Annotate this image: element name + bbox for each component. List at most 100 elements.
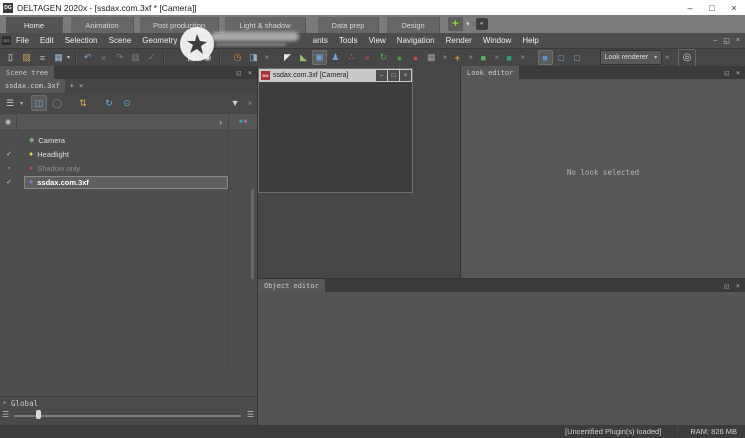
float-panel-icon[interactable]: ◱ — [725, 69, 729, 77]
visibility-column-header[interactable]: ◉ — [0, 114, 17, 130]
visibility-checkbox[interactable]: ▪ — [3, 165, 15, 172]
menu-scene[interactable]: Scene — [109, 36, 132, 45]
add-workspace-button[interactable]: + — [448, 17, 463, 31]
timeline-handle[interactable] — [36, 410, 41, 419]
tree-scrollbar-thumb[interactable] — [251, 189, 254, 279]
snap-points-icon[interactable]: ∴ — [344, 50, 359, 65]
transform-icon[interactable]: + — [450, 50, 465, 65]
video-camera-icon[interactable]: ◨ — [246, 50, 261, 65]
tab-data-prep[interactable]: Data prep — [318, 17, 379, 33]
menu-window[interactable]: Window — [483, 36, 511, 45]
tree-row-camera[interactable]: ◆ Camera — [0, 133, 258, 147]
float-panel-icon[interactable]: ◱ — [725, 282, 729, 290]
apply-icon[interactable]: ✓ — [144, 50, 159, 65]
save-icon[interactable]: ▦ — [51, 50, 66, 65]
search-tree-icon[interactable]: ⊙ — [119, 95, 135, 111]
viewport-close-button[interactable]: × — [400, 70, 411, 81]
tab-design[interactable]: Design — [387, 17, 440, 33]
visibility-checkbox[interactable]: ✓ — [3, 178, 15, 186]
timeline-track[interactable] — [14, 415, 241, 417]
add-tab-button[interactable]: + — [70, 82, 74, 90]
filter-icon[interactable]: ▼ — [227, 95, 243, 111]
menu-render[interactable]: Render — [446, 36, 472, 45]
expand-collapse-icon[interactable]: ⇅ — [75, 95, 91, 111]
menu-geometry[interactable]: Geometry — [142, 36, 177, 45]
timeline-list-right-icon[interactable]: ☰ — [247, 410, 254, 419]
overflow-icon[interactable]: » — [469, 54, 473, 61]
menu-navigation[interactable]: Navigation — [397, 36, 435, 45]
object-editor-title-tab[interactable]: Object editor — [258, 279, 325, 292]
delete-icon[interactable]: × — [96, 50, 111, 65]
overflow-icon[interactable]: » — [443, 54, 447, 61]
close-tab-button[interactable]: × — [79, 82, 83, 90]
scene-hierarchy-icon[interactable]: ≡ — [35, 50, 50, 65]
measure-icon[interactable]: × — [360, 50, 375, 65]
viewport-maximize-button[interactable]: □ — [388, 70, 399, 81]
overflow-icon[interactable]: » — [521, 54, 525, 61]
layers-caret-icon[interactable]: ▾ — [20, 100, 23, 107]
maximize-button[interactable]: □ — [701, 0, 723, 15]
tab-light-shadow[interactable]: Light & shadow — [225, 17, 306, 33]
overflow-icon[interactable]: » — [495, 54, 499, 61]
tree-row-shadow-only[interactable]: ▪ ● Shadow only — [0, 161, 258, 175]
menu-tools[interactable]: Tools — [339, 36, 358, 45]
undo-icon[interactable]: ↶ — [80, 50, 95, 65]
manikin-icon[interactable]: ♟ — [328, 50, 343, 65]
menu-help[interactable]: Help — [522, 36, 538, 45]
float-panel-icon[interactable]: ◱ — [237, 69, 241, 77]
timeline-list-left-icon[interactable]: ☰ — [2, 410, 9, 419]
menu-view[interactable]: View — [369, 36, 386, 45]
rotate-tool-icon[interactable]: ↻ — [376, 50, 391, 65]
menu-selection[interactable]: Selection — [65, 36, 98, 45]
camera-viewport-window[interactable]: DG ssdax.com.3xf [Camera] – □ × — [258, 68, 413, 193]
layers-icon[interactable]: ☰ — [2, 95, 18, 111]
rect-select-icon[interactable]: ▣ — [312, 50, 327, 65]
sphere-env-icon[interactable]: ● — [392, 50, 407, 65]
look-editor-title-tab[interactable]: Look editor — [461, 66, 519, 79]
viewport-window-titlebar[interactable]: DG ssdax.com.3xf [Camera] – □ × — [259, 69, 412, 82]
visibility-checkbox[interactable]: ✓ — [3, 150, 15, 158]
menu-file[interactable]: File — [16, 36, 29, 45]
redo-icon[interactable]: ↷ — [112, 50, 127, 65]
scene-tree-title-tab[interactable]: Scene tree — [0, 66, 54, 79]
close-panel-icon[interactable]: × — [248, 69, 252, 77]
timeline-menu-icon[interactable]: ▪ — [3, 400, 6, 406]
refresh-icon[interactable]: ↻ — [101, 95, 117, 111]
timer-icon[interactable]: ◷ — [230, 50, 245, 65]
close-panel-icon[interactable]: × — [736, 69, 740, 77]
sync-selection-icon[interactable]: ◫ — [31, 95, 47, 111]
overflow-icon[interactable]: » — [265, 54, 269, 61]
tree-row-headlight[interactable]: ✓ ● Headlight — [0, 147, 258, 161]
tab-home[interactable]: Home — [6, 17, 63, 33]
geometry-column-header[interactable]: ■ ■ — [229, 114, 257, 130]
new-file-icon[interactable]: ▯ — [3, 50, 18, 65]
search-icon[interactable]: ● — [476, 18, 488, 30]
close-panel-icon[interactable]: × — [736, 282, 740, 290]
open-folder-icon[interactable]: ▨ — [19, 50, 34, 65]
tree-row-ssdax-file[interactable]: ✓ ● ssdax.com.3xf — [0, 175, 258, 189]
document-tab[interactable]: ssdax.com.3xf — [0, 79, 65, 93]
viewport-minimize-button[interactable]: – — [376, 70, 387, 81]
grid-icon[interactable]: ▦ — [424, 50, 439, 65]
copy-icon[interactable]: ▥ — [128, 50, 143, 65]
name-column-header[interactable]: › — [17, 114, 229, 130]
render-target-icon[interactable]: ◎ — [678, 49, 696, 67]
viewport-canvas[interactable] — [259, 82, 412, 192]
mdi-minimize-button[interactable]: – — [713, 37, 717, 45]
mdi-close-button[interactable]: × — [736, 37, 740, 45]
wireframe-view-icon[interactable]: □ — [554, 50, 569, 65]
mdi-restore-button[interactable]: ◱ — [723, 37, 730, 45]
menu-edit[interactable]: Edit — [40, 36, 54, 45]
timeline-slider[interactable]: ☰ ☰ — [0, 409, 257, 423]
minimize-button[interactable]: – — [679, 0, 701, 15]
menu-variants-partial[interactable]: ants — [313, 36, 328, 45]
hidden-line-view-icon[interactable]: □ — [570, 50, 585, 65]
overflow-icon[interactable]: » — [665, 54, 669, 61]
workspace-menu-caret-icon[interactable]: ▾ — [466, 20, 470, 28]
select-cursor-icon[interactable]: ◤ — [280, 50, 295, 65]
globe-icon[interactable]: ◯ — [49, 95, 65, 111]
overflow-icon[interactable]: » — [248, 100, 252, 107]
select-lasso-icon[interactable]: ◣ — [296, 50, 311, 65]
material-cube-icon[interactable]: ■ — [502, 50, 517, 65]
shaded-view-icon[interactable]: ■ — [538, 50, 553, 65]
